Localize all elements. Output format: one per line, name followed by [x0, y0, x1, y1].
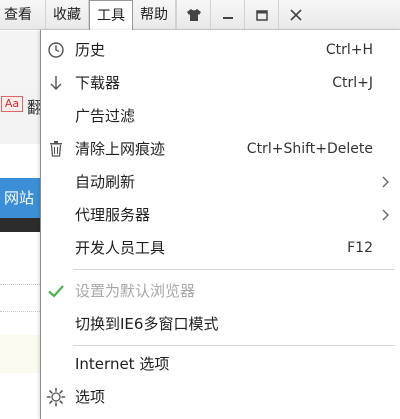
- shortcut-text: Ctrl+H: [325, 41, 373, 58]
- menu-item-downloader[interactable]: 下载器 Ctrl+J: [41, 66, 400, 99]
- menu-item-ie6-mode[interactable]: 切换到IE6多窗口模式: [41, 307, 400, 340]
- menu-item-label: 自动刷新: [75, 173, 136, 191]
- menu-item-developer-tools[interactable]: 开发人员工具 F12: [41, 231, 400, 264]
- restore-icon: [255, 10, 268, 21]
- shortcut-text: Ctrl+J: [332, 74, 373, 91]
- submenu-arrow-icon: [381, 208, 391, 222]
- menu-item-internet-options[interactable]: Internet 选项: [41, 347, 400, 380]
- menu-separator: [73, 269, 395, 270]
- menu-item-auto-refresh[interactable]: 自动刷新: [41, 165, 400, 198]
- menu-item-label: 代理服务器: [75, 206, 151, 224]
- menu-item-ad-filter[interactable]: 广告过滤: [41, 99, 400, 132]
- menu-help[interactable]: 帮助: [133, 0, 176, 30]
- skin-button[interactable]: [176, 0, 210, 30]
- menu-tools[interactable]: 工具: [89, 0, 133, 31]
- gear-icon: [45, 386, 67, 408]
- close-icon: [289, 9, 302, 21]
- minimize-button[interactable]: [210, 0, 244, 30]
- menu-item-label: 下载器: [75, 74, 121, 92]
- menu-item-options[interactable]: 选项: [41, 380, 400, 413]
- menu-item-label: 广告过滤: [75, 107, 136, 125]
- skin-icon: [186, 9, 201, 21]
- translate-aa-icon[interactable]: Aa: [1, 96, 23, 112]
- menu-item-set-default-browser: 设置为默认浏览器: [41, 274, 400, 307]
- menu-item-label: 清除上网痕迹: [75, 140, 166, 158]
- menu-view[interactable]: 查看: [0, 0, 46, 30]
- menu-item-clear-traces[interactable]: 清除上网痕迹 Ctrl+Shift+Delete: [41, 132, 400, 165]
- shortcut-text: Ctrl+Shift+Delete: [246, 140, 373, 157]
- menu-item-label: Internet 选项: [75, 355, 170, 373]
- page-divider: [0, 311, 40, 312]
- menu-item-label: 切换到IE6多窗口模式: [75, 315, 219, 333]
- shortcut-text: F12: [347, 239, 373, 256]
- menu-item-label: 设置为默认浏览器: [75, 282, 196, 300]
- menu-item-history[interactable]: 历史 Ctrl+H: [41, 33, 400, 66]
- restore-button[interactable]: [244, 0, 278, 30]
- tools-dropdown-menu: 历史 Ctrl+H 下载器 Ctrl+J 广告过滤 清除上网痕迹 Ctrl+Sh…: [40, 30, 400, 419]
- page-dark-band: [0, 218, 40, 232]
- clock-icon: [45, 39, 67, 61]
- site-nav-band[interactable]: 网站: [0, 178, 40, 218]
- submenu-arrow-icon: [381, 175, 391, 189]
- menu-item-label: 开发人员工具: [75, 239, 166, 257]
- menu-separator: [73, 345, 395, 346]
- menu-bar: 查看 收藏 工具 帮助: [0, 0, 400, 31]
- menu-item-proxy-server[interactable]: 代理服务器: [41, 198, 400, 231]
- trash-icon: [45, 138, 67, 160]
- menu-item-label: 选项: [75, 388, 106, 406]
- menu-favorites[interactable]: 收藏: [46, 0, 89, 30]
- close-button[interactable]: [278, 0, 312, 30]
- minimize-icon: [222, 17, 233, 19]
- download-arrow-icon: [45, 72, 67, 94]
- menu-item-label: 历史: [75, 41, 106, 59]
- checkmark-icon: [45, 280, 67, 302]
- page-divider: [0, 284, 40, 285]
